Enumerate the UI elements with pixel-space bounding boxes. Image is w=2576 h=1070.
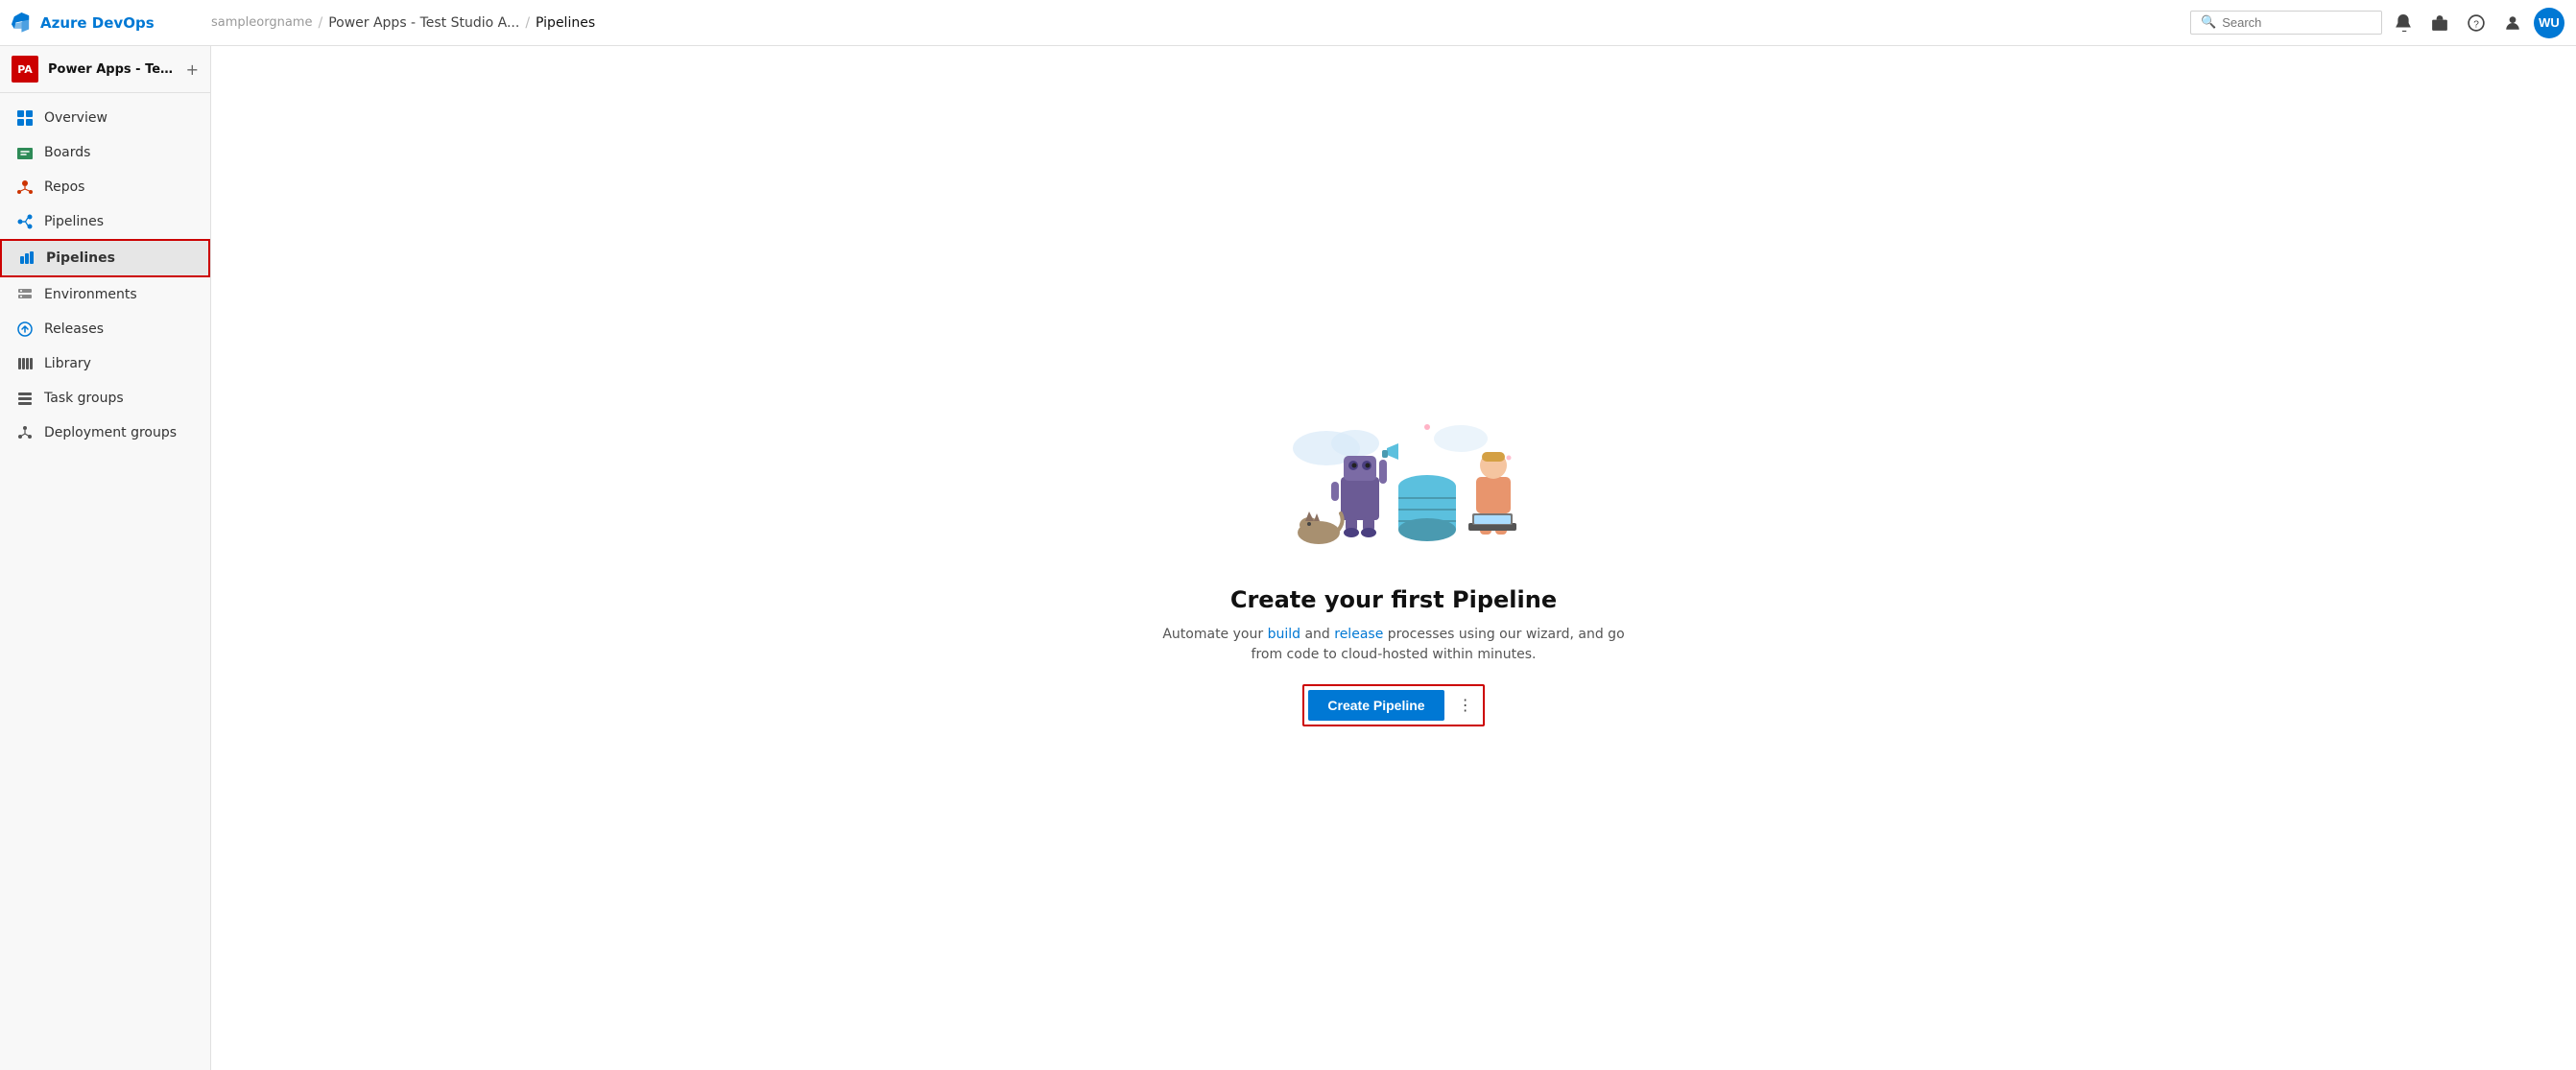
task-groups-icon bbox=[15, 389, 35, 408]
sidebar-item-pipelines-parent[interactable]: Pipelines bbox=[0, 204, 210, 239]
breadcrumb-sep-2: / bbox=[525, 15, 530, 31]
search-input[interactable] bbox=[2222, 15, 2372, 30]
releases-icon bbox=[15, 320, 35, 339]
empty-state-title: Create your first Pipeline bbox=[1230, 586, 1557, 613]
releases-label: Releases bbox=[44, 321, 104, 337]
repos-label: Repos bbox=[44, 179, 84, 195]
breadcrumb-project[interactable]: Power Apps - Test Studio A... bbox=[328, 15, 519, 31]
sidebar-item-releases[interactable]: Releases bbox=[0, 312, 210, 346]
more-options-button[interactable]: ⋮ bbox=[1452, 692, 1479, 719]
pipelines-sub-icon bbox=[17, 249, 36, 268]
create-pipeline-area: Create Pipeline ⋮ bbox=[1302, 684, 1484, 726]
sidebar-item-task-groups[interactable]: Task groups bbox=[0, 381, 210, 416]
sidebar-item-environments[interactable]: Environments bbox=[0, 277, 210, 312]
basket-button[interactable] bbox=[2424, 8, 2455, 38]
breadcrumb-sep-1: / bbox=[318, 15, 322, 31]
release-link[interactable]: release bbox=[1334, 627, 1383, 642]
project-avatar: PA bbox=[12, 56, 38, 83]
breadcrumb: sampleorgname / Power Apps - Test Studio… bbox=[211, 15, 2182, 31]
sidebar-item-repos[interactable]: Repos bbox=[0, 170, 210, 204]
layout: PA Power Apps - Test Stud... + Overview … bbox=[0, 46, 2576, 1070]
sidebar: PA Power Apps - Test Stud... + Overview … bbox=[0, 46, 211, 1070]
search-box[interactable]: 🔍 bbox=[2190, 11, 2382, 35]
avatar-initials: WU bbox=[2539, 15, 2560, 30]
user-settings-button[interactable] bbox=[2497, 8, 2528, 38]
azure-devops-logo[interactable]: Azure DevOps bbox=[12, 12, 203, 34]
search-icon: 🔍 bbox=[2201, 15, 2216, 30]
help-button[interactable]: ? bbox=[2461, 8, 2492, 38]
repos-icon bbox=[15, 178, 35, 197]
boards-icon bbox=[15, 143, 35, 162]
overview-icon bbox=[15, 108, 35, 128]
library-label: Library bbox=[44, 356, 91, 371]
pipelines-label: Pipelines bbox=[46, 250, 115, 266]
project-selector[interactable]: PA Power Apps - Test Stud... + bbox=[0, 46, 210, 93]
svg-text:?: ? bbox=[2473, 19, 2479, 30]
project-name: Power Apps - Test Stud... bbox=[48, 62, 177, 77]
environments-icon bbox=[15, 285, 35, 304]
empty-state: Create your first Pipeline Automate your… bbox=[1154, 391, 1634, 726]
deployment-groups-label: Deployment groups bbox=[44, 425, 177, 440]
build-link[interactable]: build bbox=[1268, 627, 1300, 642]
sidebar-item-boards[interactable]: Boards bbox=[0, 135, 210, 170]
breadcrumb-current: Pipelines bbox=[536, 15, 595, 31]
topbar: Azure DevOps sampleorgname / Power Apps … bbox=[0, 0, 2576, 46]
pipelines-parent-icon bbox=[15, 212, 35, 231]
logo-text: Azure DevOps bbox=[40, 14, 155, 32]
environments-label: Environments bbox=[44, 287, 137, 302]
library-icon bbox=[15, 354, 35, 373]
main-content: Create your first Pipeline Automate your… bbox=[211, 46, 2576, 1070]
pipelines-parent-label: Pipelines bbox=[44, 214, 104, 229]
topbar-right: 🔍 ? WU bbox=[2190, 8, 2564, 38]
sidebar-nav: Overview Boards Repos P bbox=[0, 93, 210, 458]
pipeline-illustration bbox=[1250, 391, 1538, 563]
empty-state-description: Automate your build and release processe… bbox=[1154, 625, 1634, 665]
boards-label: Boards bbox=[44, 145, 90, 160]
sidebar-item-library[interactable]: Library bbox=[0, 346, 210, 381]
task-groups-label: Task groups bbox=[44, 391, 124, 406]
avatar-button[interactable]: WU bbox=[2534, 8, 2564, 38]
create-pipeline-button[interactable]: Create Pipeline bbox=[1308, 690, 1443, 721]
add-project-icon[interactable]: + bbox=[186, 60, 199, 79]
sidebar-item-deployment-groups[interactable]: Deployment groups bbox=[0, 416, 210, 450]
overview-label: Overview bbox=[44, 110, 107, 126]
breadcrumb-org: sampleorgname bbox=[211, 15, 312, 30]
notifications-button[interactable] bbox=[2388, 8, 2419, 38]
sidebar-item-pipelines[interactable]: Pipelines bbox=[0, 239, 210, 277]
sidebar-item-overview[interactable]: Overview bbox=[0, 101, 210, 135]
deployment-groups-icon bbox=[15, 423, 35, 442]
